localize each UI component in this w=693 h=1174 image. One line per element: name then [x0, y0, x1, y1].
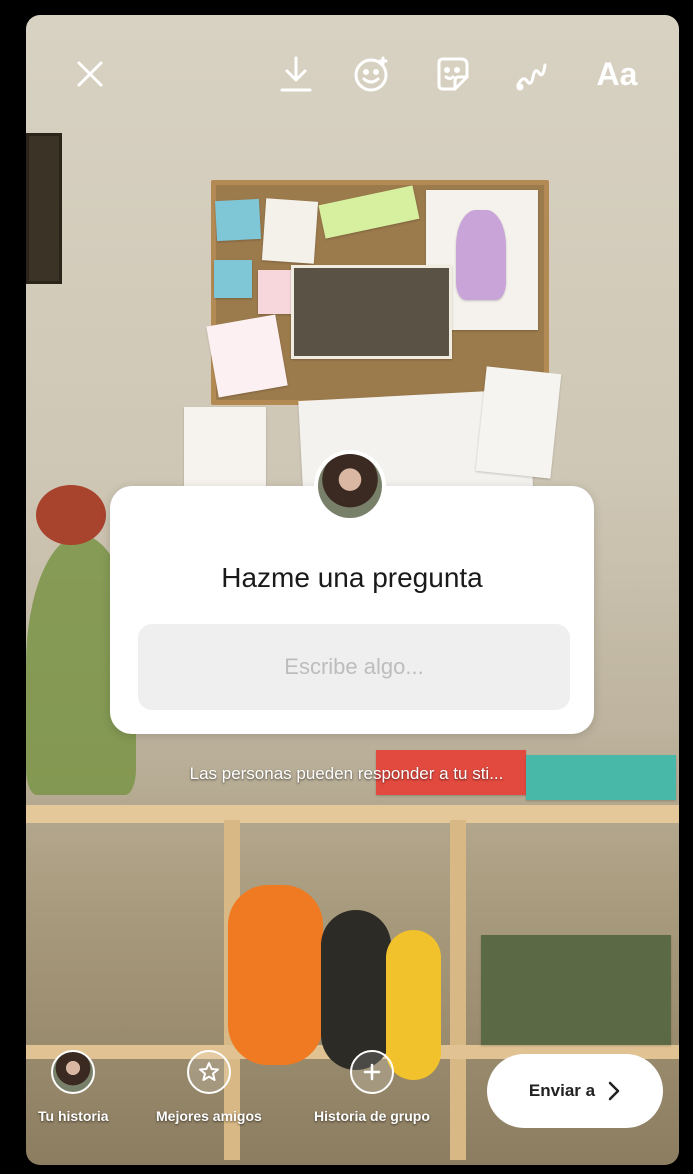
text-tool-button[interactable]: Aa: [589, 52, 645, 96]
paper-note: [206, 314, 288, 398]
draw-icon[interactable]: [510, 52, 554, 96]
sticky-note: [258, 270, 292, 314]
send-to-button[interactable]: Enviar a: [487, 1054, 663, 1128]
your-story-label: Tu historia: [38, 1108, 109, 1124]
download-icon[interactable]: [274, 52, 318, 96]
photo-print: [291, 265, 452, 359]
send-to-label: Enviar a: [528, 1081, 596, 1100]
sticky-note: [214, 260, 252, 298]
orange-roll: [228, 885, 323, 1065]
books: [481, 935, 671, 1045]
red-object: [36, 485, 106, 545]
close-friends-button[interactable]: Mejores amigos: [156, 1050, 262, 1124]
paper-note: [261, 198, 319, 264]
avatar: [51, 1050, 96, 1094]
wall-picture-frame: [26, 133, 62, 284]
group-story-label: Historia de grupo: [314, 1108, 430, 1124]
question-input[interactable]: [138, 624, 570, 710]
text-tool-label: Aa: [596, 55, 638, 92]
profile-avatar: [314, 450, 386, 522]
sticker-hint-text: Las personas pueden responder a tu sti..…: [189, 764, 504, 783]
drawing-figure: [456, 210, 506, 300]
black-roll: [321, 910, 391, 1070]
close-icon[interactable]: [68, 52, 112, 96]
chevron-right-icon: [608, 1081, 620, 1101]
sticker-icon[interactable]: [430, 52, 474, 96]
top-toolbar: Aa: [0, 0, 693, 110]
your-story-button[interactable]: Tu historia: [38, 1050, 109, 1124]
sticker-title: Hazme una pregunta: [221, 562, 483, 593]
close-friends-label: Mejores amigos: [156, 1108, 262, 1124]
face-effects-icon[interactable]: [350, 52, 394, 96]
add-circle-icon: [349, 1050, 394, 1094]
sticky-note: [214, 198, 262, 242]
group-story-button[interactable]: Historia de grupo: [314, 1050, 430, 1124]
question-sticker[interactable]: Hazme una pregunta: [110, 486, 594, 734]
star-icon: [186, 1050, 231, 1094]
shelf-post: [450, 820, 466, 1160]
shelf-top: [26, 805, 679, 823]
paper-note: [475, 366, 562, 479]
